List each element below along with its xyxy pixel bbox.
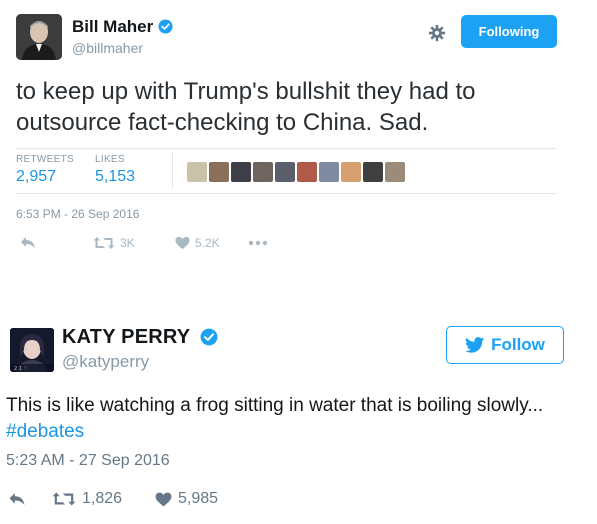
tweet-actions: 3K 5.2K (0, 232, 597, 256)
retweet-button[interactable]: 3K (93, 236, 135, 250)
likes-label: LIKES (95, 154, 125, 165)
user-handle[interactable]: @katyperry (62, 352, 149, 372)
liker-avatar[interactable] (274, 161, 296, 183)
liker-avatar[interactable] (296, 161, 318, 183)
retweet-icon (52, 492, 76, 506)
reply-icon[interactable] (8, 492, 26, 507)
divider (16, 193, 557, 194)
liker-avatar[interactable] (230, 161, 252, 183)
retweet-icon (93, 237, 115, 249)
follow-label: Follow (491, 335, 545, 354)
liker-avatar[interactable] (186, 161, 208, 183)
liker-avatar[interactable] (384, 161, 406, 183)
avatar[interactable] (16, 14, 62, 60)
divider (16, 148, 557, 149)
liker-avatar[interactable] (318, 161, 340, 183)
tweet-text: to keep up with Trump's bullshit they ha… (16, 78, 476, 136)
avatar[interactable]: 2 1 ♡ (10, 328, 54, 372)
retweet-count: 3K (120, 236, 135, 250)
timestamp[interactable]: 6:53 PM - 26 Sep 2016 (16, 207, 139, 221)
verified-icon (158, 19, 173, 39)
retweet-count: 1,826 (82, 490, 123, 507)
follow-button[interactable]: Follow (446, 326, 564, 364)
reply-icon[interactable] (20, 236, 36, 250)
like-button[interactable]: 5.2K (175, 236, 220, 250)
like-count: 5.2K (195, 236, 220, 250)
likes-count[interactable]: 5,153 (95, 168, 135, 186)
divider (172, 153, 173, 188)
like-count: 5,985 (178, 490, 219, 507)
hashtag-link[interactable]: #debates (6, 421, 84, 442)
display-name[interactable]: Bill Maher (72, 17, 153, 37)
tweet-card-katyperry: 2 1 ♡ KATY PERRY @katyperry Follow This … (0, 318, 597, 524)
retweets-count[interactable]: 2,957 (16, 168, 56, 186)
following-button[interactable]: Following (461, 15, 557, 48)
display-name[interactable]: KATY PERRY (62, 326, 190, 349)
timestamp[interactable]: 5:23 AM - 27 Sep 2016 (6, 452, 170, 470)
liker-avatar[interactable] (340, 161, 362, 183)
twitter-bird-icon (465, 337, 485, 353)
liker-avatar[interactable] (208, 161, 230, 183)
tweet-actions: 1,826 5,985 (0, 488, 597, 512)
like-button[interactable]: 5,985 (155, 490, 218, 508)
tweet-text: This is like watching a frog sitting in … (6, 393, 581, 445)
heart-icon (175, 236, 190, 250)
tweet-text-main: This is like watching a frog sitting in … (6, 395, 544, 416)
svg-text:2 1 ♡: 2 1 ♡ (14, 366, 28, 372)
gear-icon[interactable] (428, 24, 446, 47)
retweets-label: RETWEETS (16, 154, 74, 165)
retweet-button[interactable]: 1,826 (52, 490, 122, 508)
liker-avatar[interactable] (252, 161, 274, 183)
more-icon[interactable] (248, 240, 268, 246)
verified-icon (200, 328, 218, 351)
heart-icon (155, 492, 172, 506)
user-handle[interactable]: @billmaher (72, 40, 143, 56)
tweet-card-billmaher: Bill Maher @billmaher Following to keep … (0, 0, 597, 280)
liker-avatar[interactable] (362, 161, 384, 183)
